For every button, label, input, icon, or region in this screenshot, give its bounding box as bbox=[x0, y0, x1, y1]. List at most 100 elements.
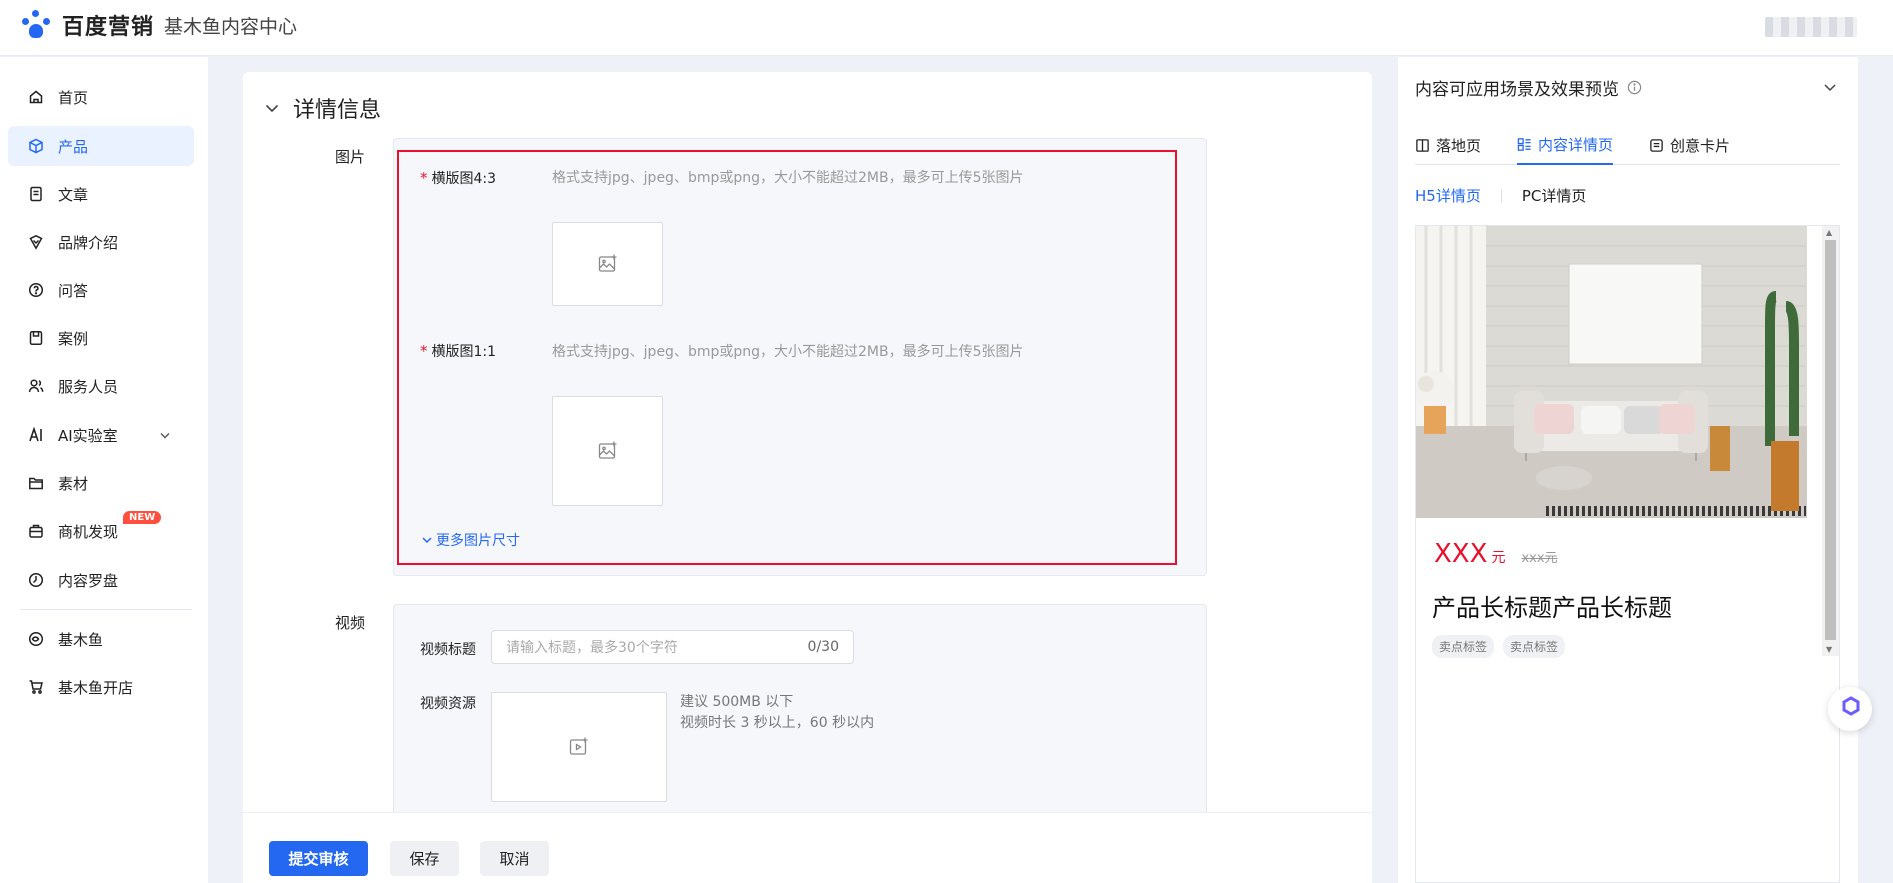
fish-icon bbox=[28, 631, 44, 647]
video-title-placeholder: 请输入标题，最多30个字符 bbox=[506, 640, 678, 656]
cancel-button[interactable]: 取消 bbox=[480, 841, 549, 876]
briefcase-icon bbox=[28, 523, 44, 539]
subtab-divider bbox=[1500, 188, 1502, 203]
brand-name: 百度营销 bbox=[62, 15, 155, 40]
assistant-float-button[interactable] bbox=[1828, 687, 1872, 731]
subtab-pc[interactable]: PC详情页 bbox=[1522, 185, 1587, 206]
subtab-h5[interactable]: H5详情页 bbox=[1415, 185, 1481, 206]
price-unit: 元 bbox=[1491, 550, 1506, 566]
sidebar-item-label: 内容罗盘 bbox=[58, 571, 119, 590]
product-hero-image bbox=[1416, 226, 1807, 518]
sidebar-item-label: 服务人员 bbox=[58, 377, 119, 396]
tab-content-detail[interactable]: 内容详情页 bbox=[1517, 125, 1614, 165]
sidebar-item-assets[interactable]: 素材 bbox=[8, 463, 194, 503]
save-icon bbox=[28, 330, 44, 346]
product-title: 产品长标题产品长标题 bbox=[1432, 594, 1672, 622]
document-icon bbox=[28, 186, 44, 202]
new-badge: NEW bbox=[123, 511, 162, 524]
video-resource-label: 视频资源 bbox=[420, 696, 476, 712]
scroll-thumb[interactable] bbox=[1825, 240, 1836, 640]
selling-point-tags: 卖点标签 卖点标签 bbox=[1432, 635, 1574, 658]
video-size-hint: 建议 500MB 以下 bbox=[680, 694, 794, 710]
chevron-down-icon[interactable] bbox=[1822, 79, 1838, 95]
sidebar-item-label: 商机发现 bbox=[58, 522, 119, 541]
sidebar-nav: 首页 产品 文章 品牌介绍 问答 案例 服务人员 AI实验室 素材 商机发现 N… bbox=[0, 57, 208, 883]
section-title: 详情信息 bbox=[293, 98, 382, 123]
sidebar-item-staff[interactable]: 服务人员 bbox=[8, 366, 194, 406]
video-upload[interactable] bbox=[491, 692, 667, 802]
video-title-label: 视频标题 bbox=[420, 642, 476, 658]
image-4-3-upload[interactable] bbox=[552, 222, 663, 306]
add-image-icon bbox=[598, 441, 616, 459]
scroll-up-icon[interactable]: ▲ bbox=[1826, 228, 1832, 237]
question-icon bbox=[28, 282, 44, 298]
preview-tabs: 落地页 内容详情页 创意卡片 bbox=[1415, 125, 1840, 165]
price-original: xxx元 bbox=[1521, 551, 1558, 566]
sidebar-item-opportunity[interactable]: 商机发现 NEW bbox=[8, 511, 194, 551]
add-video-icon bbox=[569, 737, 588, 755]
tab-label: 落地页 bbox=[1436, 136, 1482, 155]
sidebar-item-label: 产品 bbox=[58, 137, 89, 156]
book-icon bbox=[1416, 138, 1429, 152]
sidebar-item-jimuyu[interactable]: 基木鱼 bbox=[8, 619, 194, 659]
preview-scrollbar[interactable]: ▲ ▼ bbox=[1822, 226, 1839, 656]
store-icon bbox=[28, 679, 44, 695]
price-row: XXX 元 xxx元 bbox=[1434, 539, 1558, 569]
tab-landing-page[interactable]: 落地页 bbox=[1415, 125, 1481, 165]
selling-point-tag: 卖点标签 bbox=[1432, 635, 1495, 658]
sidebar-item-brand[interactable]: 品牌介绍 bbox=[8, 222, 194, 262]
more-sizes-text: 更多图片尺寸 bbox=[436, 533, 520, 549]
submit-review-button[interactable]: 提交审核 bbox=[269, 841, 368, 876]
sidebar-item-product[interactable]: 产品 bbox=[8, 126, 194, 166]
sidebar-item-label: AI实验室 bbox=[58, 426, 118, 445]
save-button[interactable]: 保存 bbox=[390, 841, 459, 876]
image-row-label: 图片 bbox=[335, 148, 366, 166]
home-icon bbox=[28, 89, 44, 105]
baidu-marketing-logo[interactable]: 百度营销 基木鱼内容中心 bbox=[22, 9, 297, 41]
image-1-1-upload[interactable] bbox=[552, 396, 663, 506]
sidebar-item-article[interactable]: 文章 bbox=[8, 174, 194, 214]
action-bar: 提交审核 保存 取消 bbox=[243, 812, 1372, 883]
more-image-sizes-link[interactable]: 更多图片尺寸 bbox=[420, 530, 520, 550]
sidebar-item-compass[interactable]: 内容罗盘 bbox=[8, 560, 194, 600]
sidebar-item-label: 品牌介绍 bbox=[58, 233, 119, 252]
tab-label: 创意卡片 bbox=[1670, 136, 1731, 155]
required-mark: * bbox=[420, 169, 428, 187]
preview-subtabs: H5详情页 PC详情页 bbox=[1415, 185, 1586, 206]
sidebar-item-label: 基木鱼开店 bbox=[58, 678, 134, 697]
add-image-icon bbox=[598, 254, 616, 272]
nav-divider bbox=[20, 609, 192, 610]
sidebar-item-label: 文章 bbox=[58, 185, 89, 204]
section-header[interactable]: 详情信息 bbox=[263, 92, 381, 124]
chevron-down-icon[interactable] bbox=[158, 428, 172, 442]
image-1-1-label: * 横版图1:1 bbox=[420, 341, 496, 361]
sidebar-item-label: 基木鱼 bbox=[58, 630, 104, 649]
video-row-label: 视频 bbox=[335, 614, 366, 632]
sidebar-item-home[interactable]: 首页 bbox=[8, 77, 194, 117]
image-1-1-hint: 格式支持jpg、jpeg、bmp或png，大小不能超过2MB，最多可上传5张图片 bbox=[552, 344, 1024, 360]
box-icon bbox=[28, 138, 44, 154]
video-title-input[interactable]: 请输入标题，最多30个字符 0/30 bbox=[491, 630, 854, 664]
sidebar-item-qa[interactable]: 问答 bbox=[8, 270, 194, 310]
sidebar-item-jimuyu-store[interactable]: 基木鱼开店 bbox=[8, 667, 194, 707]
char-counter: 0/30 bbox=[807, 639, 839, 655]
ai-icon bbox=[28, 427, 44, 443]
scroll-down-icon[interactable]: ▼ bbox=[1826, 645, 1832, 654]
selling-point-tag: 卖点标签 bbox=[1503, 635, 1566, 658]
field-label-text: 横版图4:3 bbox=[431, 171, 497, 187]
user-account-avatar[interactable] bbox=[1765, 17, 1857, 37]
shield-icon bbox=[28, 234, 44, 250]
preview-title: 内容可应用场景及效果预览 bbox=[1415, 75, 1642, 100]
mobile-preview: ▲ ▼ XXX 元 xxx元 产品长标题产品长标题 卖点标签 卖点标签 bbox=[1415, 225, 1840, 883]
price-current: XXX bbox=[1434, 539, 1488, 569]
sidebar-item-ai-lab[interactable]: AI实验室 bbox=[8, 415, 194, 455]
paw-logo-icon bbox=[22, 10, 56, 40]
sidebar-item-label: 首页 bbox=[58, 88, 89, 107]
chevron-down-icon[interactable] bbox=[263, 99, 281, 117]
info-icon[interactable] bbox=[1627, 80, 1642, 95]
product-name: 基木鱼内容中心 bbox=[164, 15, 298, 38]
top-header: 百度营销 基木鱼内容中心 bbox=[0, 0, 1893, 56]
sidebar-item-case[interactable]: 案例 bbox=[8, 318, 194, 358]
sidebar-item-label: 案例 bbox=[58, 329, 89, 348]
tab-creative-card[interactable]: 创意卡片 bbox=[1649, 125, 1730, 165]
